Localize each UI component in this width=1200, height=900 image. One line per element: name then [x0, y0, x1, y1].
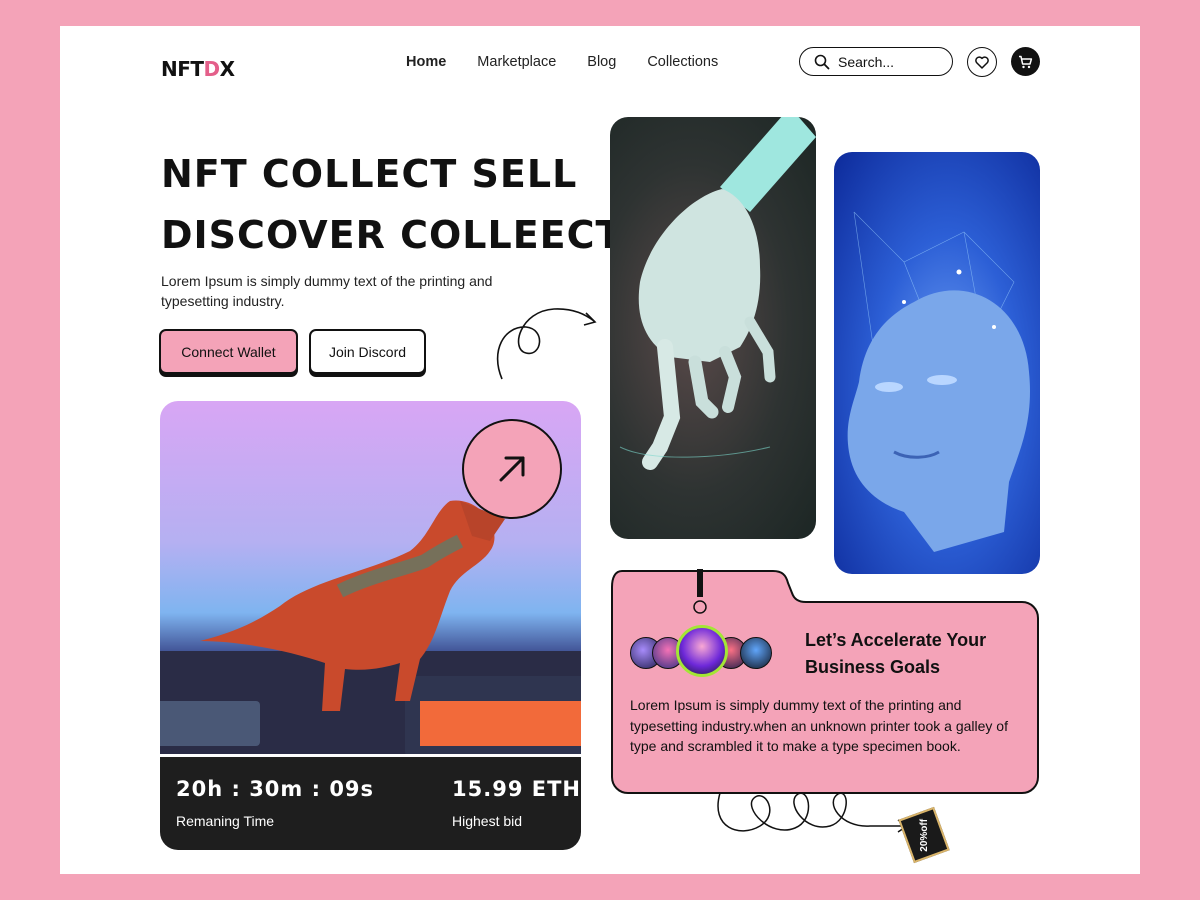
nav-home[interactable]: Home [406, 54, 446, 70]
search-icon [814, 54, 830, 69]
avatar [740, 637, 772, 669]
connect-wallet-button[interactable]: Connect Wallet [159, 329, 298, 374]
highest-bid-value: 15.99 ETH [452, 777, 581, 801]
dinosaur-image [160, 401, 581, 756]
business-goals-card: Let’s Accelerate Your Business Goals Lor… [610, 569, 1040, 795]
nav-collections[interactable]: Collections [647, 54, 718, 70]
wishlist-button[interactable] [967, 47, 997, 77]
avatar-group [630, 625, 780, 677]
decorative-loop-squiggle [717, 792, 909, 833]
avatar-featured [676, 625, 728, 677]
open-nft-button[interactable] [462, 419, 562, 519]
main-nav: Home Marketplace Blog Collections [406, 54, 749, 70]
page-canvas: NFTDX Home Marketplace Blog Collections … [60, 26, 1140, 874]
auction-info-bar: 20h : 30m : 09s Remaning Time 15.99 ETH … [160, 757, 581, 850]
hero-headline: NFT COLLECT SELL DISCOVER COLLEECT [161, 144, 622, 266]
cart-icon [1019, 55, 1033, 68]
digital-face-image[interactable] [834, 152, 1040, 574]
heart-icon [975, 55, 989, 69]
logo[interactable]: NFTDX [161, 57, 235, 81]
info-description: Lorem Ipsum is simply dummy text of the … [630, 697, 1008, 754]
highest-bid-label: Highest bid [452, 813, 523, 829]
cart-button[interactable] [1011, 47, 1040, 76]
robot-hand-image[interactable] [610, 117, 816, 539]
lanyard-icon [693, 569, 707, 614]
nav-marketplace[interactable]: Marketplace [477, 54, 556, 70]
info-title: Let’s Accelerate Your Business Goals [805, 630, 987, 677]
arrow-up-right-icon [499, 456, 525, 482]
remaining-time-value: 20h : 30m : 09s [176, 777, 375, 801]
remaining-time-label: Remaning Time [176, 813, 275, 829]
search-box[interactable] [799, 47, 953, 76]
join-discord-button[interactable]: Join Discord [309, 329, 426, 374]
hero-line-1: NFT COLLECT SELL [161, 152, 578, 196]
decorative-arrow-squiggle [496, 308, 597, 380]
hero-line-2: DISCOVER COLLEECT [161, 213, 623, 257]
nav-blog[interactable]: Blog [587, 54, 616, 70]
search-input[interactable] [836, 52, 940, 71]
featured-nft-card[interactable]: 20h : 30m : 09s Remaning Time 15.99 ETH … [160, 401, 581, 850]
